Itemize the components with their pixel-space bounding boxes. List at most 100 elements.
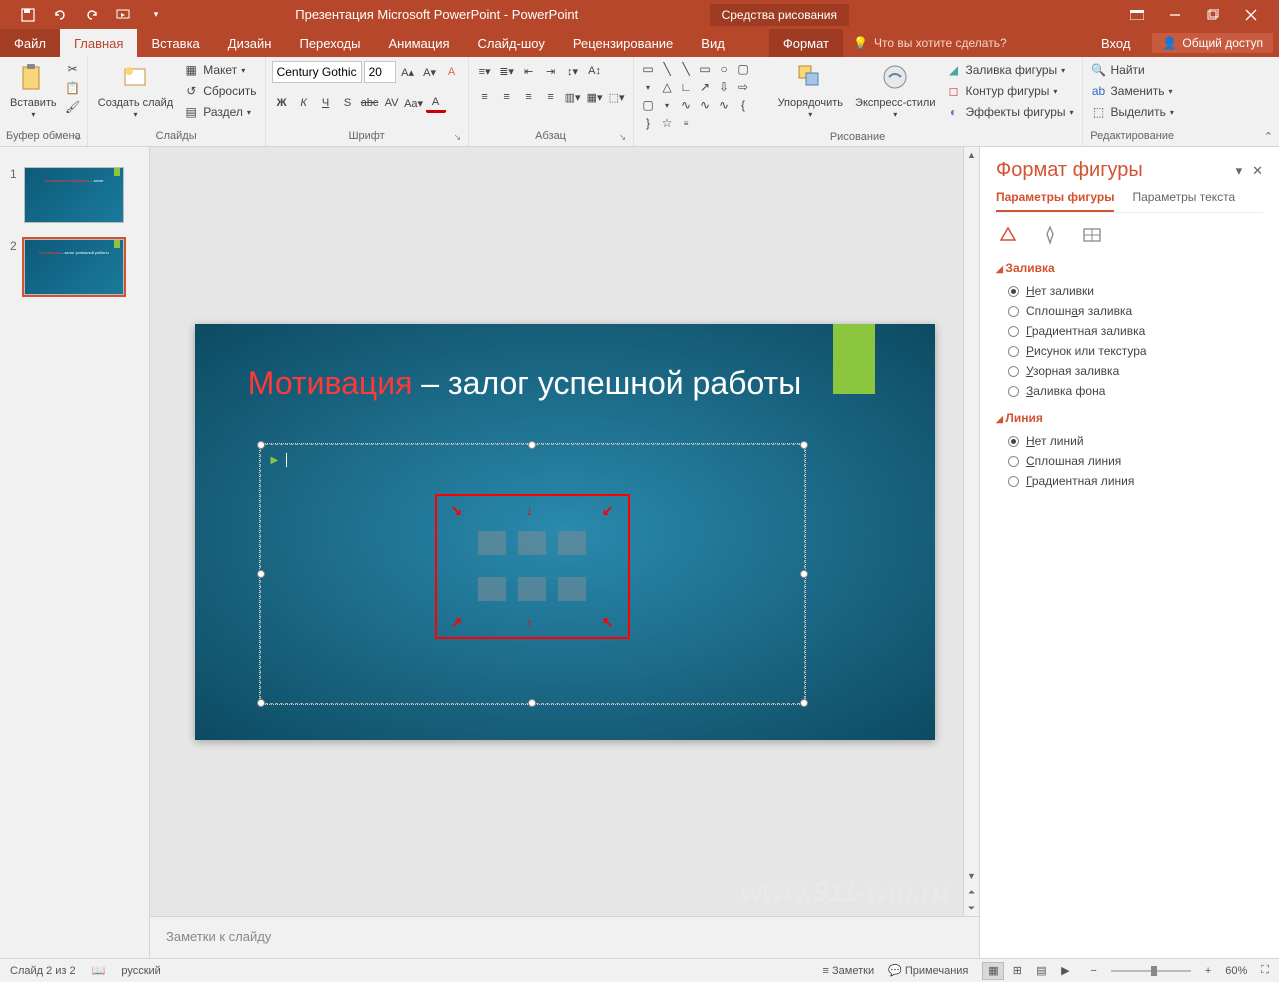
line-none-radio[interactable]: Нет линий	[996, 431, 1263, 451]
line-section-header[interactable]: Линия	[996, 411, 1263, 425]
thumbnail-1[interactable]: 1 Мотивация сотрудников – залог	[0, 163, 149, 235]
shape-arrow-icon[interactable]: ↗	[697, 79, 714, 95]
slide-title-text[interactable]: Мотивация – залог успешной работы	[195, 364, 855, 402]
pane-close-icon[interactable]: ✕	[1252, 163, 1263, 179]
tab-transitions[interactable]: Переходы	[285, 29, 374, 57]
shape-more1-icon[interactable]: ▾	[640, 79, 657, 95]
zoom-in-icon[interactable]: +	[1205, 965, 1211, 977]
handle-mr[interactable]	[800, 570, 808, 578]
tab-file[interactable]: Файл	[0, 29, 60, 57]
find-button[interactable]: 🔍Найти	[1089, 61, 1176, 79]
scroll-down-icon[interactable]: ▼	[964, 868, 979, 884]
fill-section-header[interactable]: Заливка	[996, 261, 1263, 275]
format-painter-icon[interactable]: 🖌	[65, 99, 81, 115]
vertical-scrollbar[interactable]: ▲ ▼ ⏶ ⏷	[963, 147, 979, 916]
clear-format-icon[interactable]: A	[442, 62, 462, 82]
insert-smartart-icon[interactable]	[558, 531, 586, 555]
undo-icon[interactable]	[52, 7, 68, 23]
handle-bm[interactable]	[528, 699, 536, 707]
change-case-icon[interactable]: Aa▾	[404, 93, 424, 113]
tab-home[interactable]: Главная	[60, 29, 137, 57]
shadow-icon[interactable]: S	[338, 93, 358, 113]
spellcheck-icon[interactable]: 📖	[92, 964, 106, 977]
insert-video-icon[interactable]	[558, 577, 586, 601]
smartart-icon[interactable]: ⬚▾	[607, 87, 627, 107]
fill-gradient-radio[interactable]: Градиентная заливка	[996, 321, 1263, 341]
shape-textbox-icon[interactable]: ▭	[640, 61, 657, 77]
arrange-button[interactable]: Упорядочить▾	[774, 61, 847, 122]
slide-canvas[interactable]: Мотивация – залог успешной работы ▶ ↘	[195, 324, 935, 740]
shape-curve-icon[interactable]: ∿	[678, 97, 695, 113]
thumbnail-2[interactable]: 2 Мотивация – залог успешной работы	[0, 235, 149, 307]
insert-chart-icon[interactable]	[518, 531, 546, 555]
shape-arrow2-icon[interactable]: ⇨	[735, 79, 752, 95]
next-slide-icon[interactable]: ⏷	[964, 900, 979, 916]
shape-rect-icon[interactable]: ▭	[697, 61, 714, 77]
reading-view-icon[interactable]: ▤	[1030, 962, 1052, 980]
section-button[interactable]: ▤Раздел▾	[181, 103, 258, 121]
tab-review[interactable]: Рецензирование	[559, 29, 687, 57]
start-from-beginning-icon[interactable]	[116, 7, 132, 23]
tell-me-search[interactable]: 💡 Что вы хотите сделать?	[843, 29, 1017, 57]
shape-curve3-icon[interactable]: ∿	[716, 97, 733, 113]
tab-animation[interactable]: Анимация	[374, 29, 463, 57]
cut-icon[interactable]: ✂	[65, 61, 81, 77]
char-spacing-icon[interactable]: AV	[382, 93, 402, 113]
signin-button[interactable]: Вход	[1087, 36, 1144, 51]
font-size-input[interactable]	[364, 61, 396, 83]
handle-tl[interactable]	[257, 441, 265, 449]
fill-line-category-icon[interactable]	[996, 223, 1020, 247]
handle-bl[interactable]	[257, 699, 265, 707]
new-slide-button[interactable]: Создать слайд▾	[94, 61, 177, 122]
shape-triangle-icon[interactable]: △	[659, 79, 676, 95]
tab-format[interactable]: Формат	[769, 29, 843, 57]
shape-outline-button[interactable]: ◻Контур фигуры▾	[943, 82, 1075, 100]
qat-customize-icon[interactable]: ▾	[148, 7, 164, 23]
effects-category-icon[interactable]	[1038, 223, 1062, 247]
size-category-icon[interactable]	[1080, 223, 1104, 247]
fill-pattern-radio[interactable]: Узорная заливка	[996, 361, 1263, 381]
bold-icon[interactable]: Ж	[272, 93, 292, 113]
slideshow-view-icon[interactable]: ▶	[1054, 962, 1076, 980]
shape-brace-icon[interactable]: {	[735, 97, 752, 113]
shape-more3-icon[interactable]: ≡	[678, 115, 695, 131]
shape-oval-icon[interactable]: ○	[716, 61, 733, 77]
handle-tm[interactable]	[528, 441, 536, 449]
strike-icon[interactable]: abc	[360, 93, 380, 113]
shape-line-icon[interactable]: ╲	[659, 61, 676, 77]
ribbon-display-icon[interactable]	[1129, 7, 1145, 23]
shape-line2-icon[interactable]: ╲	[678, 61, 695, 77]
scroll-up-icon[interactable]: ▲	[964, 147, 979, 163]
collapse-ribbon-icon[interactable]: ⌃	[1264, 130, 1273, 143]
tab-slideshow[interactable]: Слайд-шоу	[464, 29, 559, 57]
select-button[interactable]: ⬚Выделить▾	[1089, 103, 1176, 121]
normal-view-icon[interactable]: ▦	[982, 962, 1004, 980]
font-launcher-icon[interactable]: ↘	[454, 132, 466, 144]
insert-table-icon[interactable]	[478, 531, 506, 555]
sorter-view-icon[interactable]: ⊞	[1006, 962, 1028, 980]
share-button[interactable]: 👤 Общий доступ	[1152, 33, 1273, 53]
slide-canvas-area[interactable]: Мотивация – залог успешной работы ▶ ↘	[150, 147, 979, 916]
shape-effects-button[interactable]: ◐Эффекты фигуры▾	[943, 103, 1075, 121]
notes-toggle[interactable]: ≡ Заметки	[823, 965, 875, 977]
align-center-icon[interactable]: ≡	[497, 87, 517, 107]
prev-slide-icon[interactable]: ⏶	[964, 884, 979, 900]
shape-curve2-icon[interactable]: ∿	[697, 97, 714, 113]
text-direction-icon[interactable]: A↕	[585, 61, 605, 81]
increase-indent-icon[interactable]: ⇥	[541, 61, 561, 81]
layout-button[interactable]: ▦Макет▾	[181, 61, 258, 79]
line-solid-radio[interactable]: Сплошная линия	[996, 451, 1263, 471]
notes-pane[interactable]: Заметки к слайду	[150, 916, 979, 958]
maximize-icon[interactable]	[1205, 7, 1221, 23]
shape-down-icon[interactable]: ⇩	[716, 79, 733, 95]
line-spacing-icon[interactable]: ↕▾	[563, 61, 583, 81]
copy-icon[interactable]: 📋	[65, 80, 81, 96]
zoom-out-icon[interactable]: −	[1090, 965, 1096, 977]
slide-counter[interactable]: Слайд 2 из 2	[10, 965, 76, 977]
save-icon[interactable]	[20, 7, 36, 23]
fill-none-radio[interactable]: Нет заливки	[996, 281, 1263, 301]
reset-button[interactable]: ↺Сбросить	[181, 82, 258, 100]
grow-font-icon[interactable]: A▴	[398, 62, 418, 82]
shape-more2-icon[interactable]: ▾	[659, 97, 676, 113]
insert-picture-icon[interactable]	[478, 577, 506, 601]
